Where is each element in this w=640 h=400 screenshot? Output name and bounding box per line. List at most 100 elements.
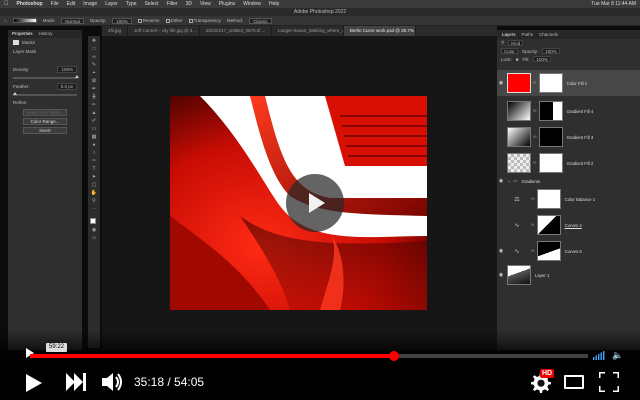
layer-name[interactable]: Gradient Fill 2: [567, 161, 594, 166]
layer-row[interactable]: ◉ ∞ Color Fill 1: [497, 70, 640, 96]
mask-thumbnail[interactable]: [538, 153, 563, 173]
menu-help[interactable]: Help: [269, 0, 279, 8]
history-brush-tool-icon[interactable]: ✐: [91, 118, 98, 125]
opacity-input[interactable]: 100%: [112, 17, 132, 24]
mask-thumbnail[interactable]: [536, 215, 561, 235]
mask-thumbnail[interactable]: [538, 127, 563, 147]
hand-tool-icon[interactable]: ✋: [91, 190, 98, 197]
more-tools-icon[interactable]: ⋯: [91, 206, 98, 213]
layer-row[interactable]: ∞ Gradient Fill 3: [497, 124, 640, 150]
tab-history[interactable]: History: [39, 30, 53, 38]
lasso-tool-icon[interactable]: ∞: [91, 54, 98, 61]
feather-slider[interactable]: [13, 92, 77, 96]
brush-tool-icon[interactable]: ✏: [91, 102, 98, 109]
theater-mode-button[interactable]: [564, 375, 584, 389]
layer-name[interactable]: Color Fill 1: [567, 81, 588, 86]
doc-tab[interactable]: Jeff Carnell – city life.jpg @ 3...: [128, 26, 201, 36]
chevron-down-icon[interactable]: ⌄: [507, 178, 511, 184]
blend-mode-select[interactable]: Color: [501, 48, 518, 54]
feather-input[interactable]: 0.0 px: [56, 83, 77, 90]
reverse-checkbox[interactable]: Reverse: [137, 18, 160, 23]
next-button[interactable]: [66, 373, 86, 391]
mask-thumbnail[interactable]: [536, 189, 561, 209]
fill-input[interactable]: 100%: [533, 56, 551, 62]
layer-name[interactable]: Layer 1: [535, 273, 549, 278]
quick-mask-icon[interactable]: ◉: [91, 227, 98, 234]
lock-icon[interactable]: ■: [516, 57, 519, 62]
menu-file[interactable]: File: [51, 0, 59, 8]
filter-search-icon[interactable]: ⚲: [501, 40, 504, 46]
layer-row[interactable]: ∿ ∞ Curves 2: [497, 212, 640, 238]
home-icon[interactable]: ⌂: [4, 18, 7, 23]
mask-thumbnail[interactable]: [536, 241, 561, 261]
volume-button[interactable]: [102, 372, 124, 392]
tab-layers[interactable]: Layers: [502, 30, 516, 39]
path-select-tool-icon[interactable]: ➤: [91, 174, 98, 181]
type-tool-icon[interactable]: T: [91, 166, 98, 173]
density-slider[interactable]: [13, 75, 79, 79]
quick-select-tool-icon[interactable]: ✎: [91, 62, 98, 69]
apple-icon[interactable]: : [4, 0, 9, 8]
video-frame[interactable]:  Photoshop File Edit Image Layer Type S…: [0, 0, 640, 400]
menu-type[interactable]: Type: [126, 0, 137, 8]
layer-name[interactable]: Curves 2: [565, 223, 582, 228]
layer-group-row[interactable]: ◉ ⌄ ▭ Gradients: [497, 176, 640, 186]
select-and-mask-button[interactable]: Select and Mask...: [23, 109, 67, 116]
menu-app-name[interactable]: Photoshop: [17, 0, 43, 8]
zoom-tool-icon[interactable]: ⚲: [91, 198, 98, 205]
layer-row[interactable]: ◉ Layer 1: [497, 262, 640, 288]
stamp-tool-icon[interactable]: ▲: [91, 110, 98, 117]
menu-edit[interactable]: Edit: [67, 0, 76, 8]
screen-mode-icon[interactable]: ▭: [91, 235, 98, 242]
layer-name[interactable]: Gradient Fill 4: [567, 109, 594, 114]
color-swatches[interactable]: [90, 218, 98, 226]
menu-view[interactable]: View: [200, 0, 211, 8]
layer-row[interactable]: ∞ Gradient Fill 4: [497, 98, 640, 124]
method-select[interactable]: Classic: [249, 17, 272, 24]
marquee-tool-icon[interactable]: □: [91, 46, 98, 53]
density-input[interactable]: 100%: [57, 66, 77, 73]
menu-window[interactable]: Window: [243, 0, 261, 8]
visibility-eye-icon[interactable]: ◉: [497, 272, 505, 278]
volume-level-icon[interactable]: [593, 351, 605, 360]
tab-paths[interactable]: Paths: [522, 30, 534, 39]
visibility-eye-icon[interactable]: ◉: [497, 248, 505, 254]
menu-plugins[interactable]: Plugins: [219, 0, 235, 8]
scrub-handle[interactable]: [389, 351, 399, 361]
layer-name[interactable]: Curves 6: [565, 249, 582, 254]
menu-3d[interactable]: 3D: [186, 0, 192, 8]
color-range-button[interactable]: Color Range...: [23, 118, 67, 125]
crop-tool-icon[interactable]: ⌖: [91, 70, 98, 77]
fullscreen-button[interactable]: [599, 372, 619, 392]
eraser-tool-icon[interactable]: ▭: [91, 126, 98, 133]
invert-button[interactable]: Invert: [23, 127, 67, 134]
move-tool-icon[interactable]: ✥: [91, 38, 98, 45]
visibility-eye-icon[interactable]: ◉: [497, 178, 505, 184]
healing-tool-icon[interactable]: ╋: [91, 94, 98, 101]
blur-tool-icon[interactable]: ●: [91, 142, 98, 149]
layer-opacity-input[interactable]: 100%: [542, 48, 560, 54]
menu-select[interactable]: Select: [145, 0, 159, 8]
layer-row[interactable]: ∞ Gradient Fill 2: [497, 150, 640, 176]
transparency-checkbox[interactable]: Transparency: [188, 18, 221, 23]
doc-tab[interactable]: 20220217_untitled_0679.tif ...: [200, 26, 273, 36]
mask-thumbnail[interactable]: [538, 73, 563, 93]
doc-tab[interactable]: Langer-Susan_Walking_where_others_walked…: [272, 26, 345, 36]
layer-name[interactable]: Gradients: [521, 179, 540, 184]
tab-channels[interactable]: Channels: [539, 30, 558, 39]
doc-tab-active[interactable]: Berlin Curve work.psd @ 26.7% (Color Fil…: [344, 26, 417, 36]
progress-bar[interactable]: [30, 351, 588, 361]
shape-tool-icon[interactable]: ▢: [91, 182, 98, 189]
menu-filter[interactable]: Filter: [166, 0, 177, 8]
layer-name[interactable]: Color Balance 1: [565, 197, 596, 202]
menu-image[interactable]: Image: [83, 0, 97, 8]
center-play-button[interactable]: [286, 174, 344, 232]
doc-tab[interactable]: 4fil.jpg: [102, 26, 129, 36]
layer-row[interactable]: ◉ ∿ ∞ Curves 6: [497, 238, 640, 264]
play-button[interactable]: [26, 374, 42, 392]
mode-select[interactable]: Normal: [61, 17, 84, 24]
speaker-small-icon[interactable]: 🔈: [612, 350, 623, 361]
tab-properties[interactable]: Properties: [12, 30, 33, 38]
menu-layer[interactable]: Layer: [105, 0, 118, 8]
layer-name[interactable]: Gradient Fill 3: [567, 135, 594, 140]
